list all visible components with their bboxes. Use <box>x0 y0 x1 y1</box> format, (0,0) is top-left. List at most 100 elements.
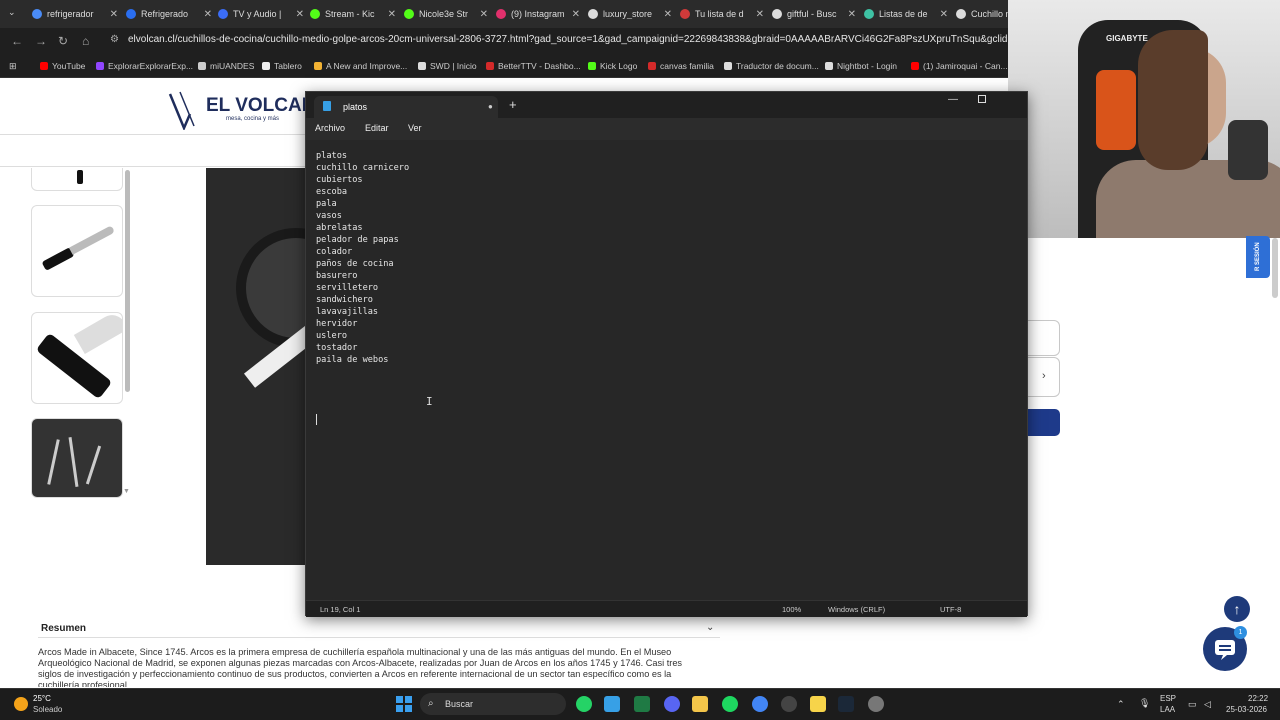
microphone-icon[interactable]: 🎙 <box>1139 698 1150 709</box>
settings-icon[interactable] <box>868 696 884 712</box>
tab-close-icon[interactable]: ✕ <box>940 9 948 20</box>
bookmark-item[interactable]: Traductor de docum... <box>724 61 819 71</box>
keyboard-language[interactable]: ESP <box>1160 694 1176 703</box>
option-box[interactable]: › <box>1028 357 1060 397</box>
site-logo-text[interactable]: EL VOLCAN <box>206 95 315 117</box>
bookmark-item[interactable]: A New and Improve... <box>314 61 407 71</box>
browser-tab[interactable]: Nicole3e Str ✕ <box>404 4 488 24</box>
sticky-notes-icon[interactable] <box>810 696 826 712</box>
browser-tab[interactable]: Stream - Kic ✕ <box>310 4 396 24</box>
tab-close-icon[interactable]: ✕ <box>664 9 672 20</box>
browser-tab[interactable]: giftful - Busc ✕ <box>772 4 856 24</box>
clock-time[interactable]: 22:22 <box>1248 694 1268 703</box>
start-icon[interactable] <box>396 696 412 712</box>
home-icon[interactable]: ⌂ <box>82 34 89 48</box>
notepad-tab[interactable]: platos ● <box>314 96 498 118</box>
tab-close-icon[interactable]: ✕ <box>204 9 212 20</box>
tab-search-icon[interactable]: ⌄ <box>8 7 16 18</box>
tab-close-icon[interactable]: ✕ <box>756 9 764 20</box>
reload-icon[interactable]: ↻ <box>58 34 68 48</box>
bookmark-item[interactable]: BetterTTV - Dashbo... <box>486 61 581 71</box>
el-volcan-logo-icon[interactable] <box>168 88 204 130</box>
line-ending[interactable]: Windows (CRLF) <box>828 605 885 614</box>
whatsapp-icon[interactable] <box>576 696 592 712</box>
steam-icon[interactable] <box>838 696 854 712</box>
bookmark-item[interactable]: YouTube <box>40 61 85 71</box>
tab-close-icon[interactable]: ✕ <box>296 9 304 20</box>
apps-grid-icon[interactable]: ⊞ <box>9 61 17 72</box>
product-thumbnail[interactable] <box>31 418 123 498</box>
browser-tab[interactable]: Refrigerado ✕ <box>126 4 212 24</box>
url-field[interactable]: elvolcan.cl/cuchillos-de-cocina/cuchillo… <box>128 34 1080 45</box>
encoding[interactable]: UTF-8 <box>940 605 961 614</box>
product-thumbnail[interactable] <box>31 205 123 297</box>
volume-icon[interactable]: ◁ <box>1204 699 1211 710</box>
thumbnail-scrollbar[interactable] <box>125 170 130 392</box>
file-explorer-icon[interactable] <box>692 696 708 712</box>
bookmark-item[interactable]: Nightbot - Login <box>825 61 897 71</box>
weather-icon[interactable] <box>14 697 28 711</box>
weather-condition[interactable]: Soleado <box>33 705 62 714</box>
menu-ver[interactable]: Ver <box>408 123 422 133</box>
text-line: platos <box>316 151 348 161</box>
keyboard-layout[interactable]: LAA <box>1160 705 1175 714</box>
back-icon[interactable]: ← <box>11 34 23 48</box>
menu-archivo[interactable]: Archivo <box>315 123 345 133</box>
bookmark-item[interactable]: Tablero <box>262 61 302 71</box>
tab-favicon-icon <box>404 9 414 19</box>
chrome-icon[interactable] <box>752 696 768 712</box>
browser-tab[interactable]: (9) Instagram ✕ <box>496 4 580 24</box>
chevron-down-icon[interactable]: ⌄ <box>706 622 714 633</box>
site-info-icon[interactable]: ⚙ <box>110 34 119 45</box>
bookmark-item[interactable]: ExplorarExplorarExp... <box>96 61 193 71</box>
unsaved-dot-icon[interactable]: ● <box>488 102 493 111</box>
taskbar-search[interactable] <box>420 693 566 715</box>
option-box[interactable] <box>1028 320 1060 356</box>
browser-tab[interactable]: Tu lista de d ✕ <box>680 4 764 24</box>
resumen-accordion[interactable] <box>38 620 720 638</box>
bookmark-item[interactable]: miUANDES <box>198 61 254 71</box>
browser-tab[interactable]: refrigerador ✕ <box>32 4 118 24</box>
notepad-taskbar-icon[interactable] <box>604 696 620 712</box>
product-thumbnail[interactable] <box>31 312 123 404</box>
bookmark-item[interactable]: SWD | Inicio <box>418 61 477 71</box>
ibeam-cursor-icon: I <box>426 395 433 408</box>
menu-editar[interactable]: Editar <box>365 123 389 133</box>
clock-date[interactable]: 25-03-2026 <box>1226 705 1267 714</box>
resumen-title[interactable]: Resumen <box>41 623 86 634</box>
tab-close-icon[interactable]: ✕ <box>110 9 118 20</box>
product-main-image[interactable] <box>206 168 356 565</box>
browser-tab[interactable]: Cuchillo m <box>956 4 1010 24</box>
forward-icon[interactable]: → <box>35 34 47 48</box>
scroll-top-button[interactable]: ↑ <box>1224 596 1250 622</box>
network-icon[interactable]: ▭ <box>1188 699 1197 710</box>
opera-gx-icon[interactable] <box>781 696 797 712</box>
login-tab[interactable]: R SESIÓN <box>1246 236 1270 278</box>
tab-close-icon[interactable]: ✕ <box>480 9 488 20</box>
tab-close-icon[interactable]: ✕ <box>388 9 396 20</box>
maximize-icon[interactable] <box>978 95 986 103</box>
weather-temperature[interactable]: 25°C <box>33 694 51 703</box>
tab-close-icon[interactable]: ✕ <box>572 9 580 20</box>
add-to-cart-button[interactable] <box>1028 409 1060 436</box>
page-scrollbar[interactable] <box>1272 238 1278 298</box>
bookmark-item[interactable]: canvas familia <box>648 61 714 71</box>
minimize-icon[interactable]: — <box>948 94 958 105</box>
tray-chevron-icon[interactable]: ⌃ <box>1117 699 1125 710</box>
bookmark-label: miUANDES <box>210 61 255 71</box>
bookmark-item[interactable]: (1) Jamiroquai - Can... <box>911 61 1008 71</box>
notepad-text-area[interactable]: platos cuchillo carnicero cubiertos escoba p… <box>306 140 1027 600</box>
browser-tab[interactable]: TV y Audio | ✕ <box>218 4 304 24</box>
tab-close-icon[interactable]: ✕ <box>848 9 856 20</box>
discord-icon[interactable] <box>664 696 680 712</box>
browser-tab[interactable]: Listas de de ✕ <box>864 4 948 24</box>
scroll-down-icon[interactable]: ▼ <box>123 488 130 495</box>
spotify-icon[interactable] <box>722 696 738 712</box>
bookmark-item[interactable]: Kick Logo <box>588 61 637 71</box>
new-tab-icon[interactable]: + <box>509 97 517 112</box>
excel-icon[interactable] <box>634 696 650 712</box>
product-thumbnail[interactable] <box>31 168 123 191</box>
zoom-level[interactable]: 100% <box>782 605 801 614</box>
bookmark-favicon-icon <box>648 62 656 70</box>
browser-tab[interactable]: luxury_store ✕ <box>588 4 672 24</box>
